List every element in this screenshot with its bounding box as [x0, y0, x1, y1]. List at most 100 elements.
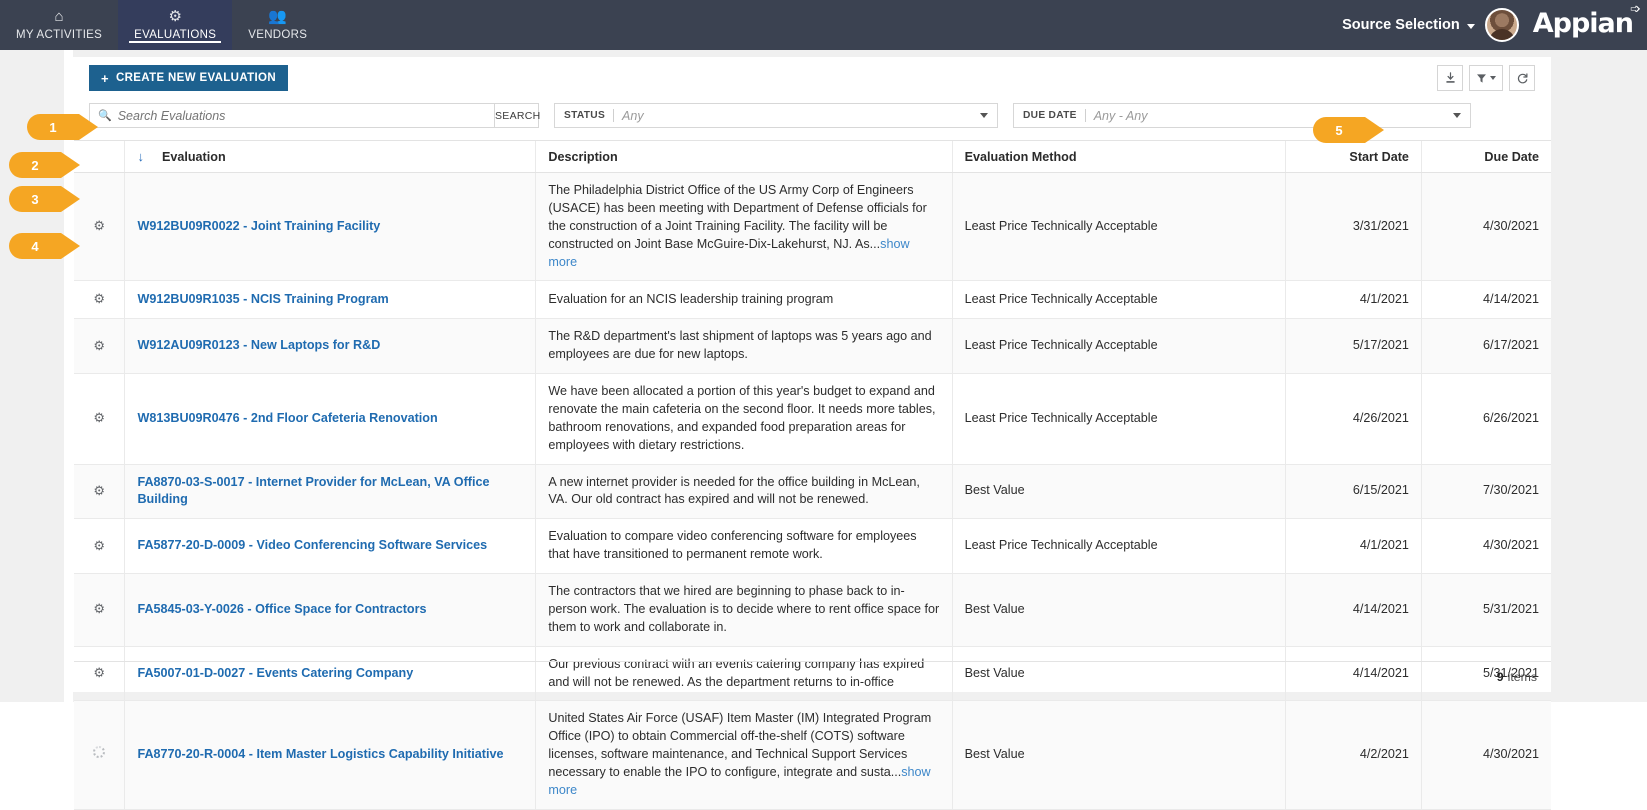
due-date-filter-dropdown[interactable]: DUE DATE Any - Any — [1013, 103, 1471, 128]
gear-icon[interactable]: ⚙ — [92, 290, 106, 308]
source-selection-label: Source Selection — [1342, 17, 1460, 33]
row-actions-cell — [74, 700, 125, 810]
table-row[interactable]: ⚙ W813BU09R0476 - 2nd Floor Cafeteria Ren… — [74, 373, 1551, 465]
column-header-evaluation[interactable]: ↓ Evaluation — [124, 140, 536, 173]
description-text: The Philadelphia District Office of the … — [548, 183, 927, 251]
create-new-evaluation-button[interactable]: + CREATE NEW EVALUATION — [89, 65, 288, 91]
nav-tab-vendors[interactable]: 👥 VENDORS — [232, 0, 323, 50]
start-date-cell: 4/14/2021 — [1285, 573, 1422, 647]
top-navigation-bar: ⌂ MY ACTIVITIES ⚙ EVALUATIONS 👥 VENDORS … — [0, 0, 1647, 50]
start-date-cell: 5/17/2021 — [1285, 318, 1422, 374]
table-row[interactable]: ⚙ FA5845-03-Y-0026 - Office Space for Con… — [74, 573, 1551, 647]
evaluation-name-cell: FA5877-20-D-0009 - Video Conferencing So… — [124, 518, 536, 574]
search-box[interactable]: 🔍 — [89, 103, 495, 128]
mouse-cursor-icon: ➩ — [1630, 1, 1641, 16]
evaluation-name-cell: W912BU09R1035 - NCIS Training Program — [124, 280, 536, 320]
due-date-cell: 4/14/2021 — [1420, 280, 1551, 320]
column-header-evaluation-method[interactable]: Evaluation Method — [951, 140, 1286, 173]
evaluation-link[interactable]: FA5845-03-Y-0026 - Office Space for Cont… — [137, 602, 426, 616]
evaluation-link[interactable]: FA8870-03-S-0017 - Internet Provider for… — [137, 475, 489, 507]
evaluation-name-cell: FA5845-03-Y-0026 - Office Space for Cont… — [124, 573, 536, 647]
nav-tab-my-activities[interactable]: ⌂ MY ACTIVITIES — [0, 0, 118, 50]
column-header-start-date[interactable]: Start Date — [1285, 140, 1422, 173]
avatar[interactable] — [1484, 8, 1519, 42]
description-cell: The R&D department's last shipment of la… — [535, 318, 953, 374]
evaluation-link[interactable]: FA8770-20-R-0004 - Item Master Logistics… — [137, 747, 503, 761]
description-cell: The Philadelphia District Office of the … — [535, 172, 953, 282]
evaluation-link[interactable]: FA5877-20-D-0009 - Video Conferencing So… — [137, 538, 487, 552]
table-footer: 9 items — [74, 661, 1551, 691]
search-input[interactable] — [117, 108, 486, 123]
source-selection-menu[interactable]: Source Selection — [1342, 17, 1475, 33]
gear-icon[interactable]: ⚙ — [92, 537, 106, 555]
start-date-cell: 4/1/2021 — [1285, 518, 1422, 574]
description-text: The R&D department's last shipment of la… — [548, 329, 932, 362]
start-date-cell: 6/15/2021 — [1285, 464, 1422, 520]
table-header: ↓ Evaluation Description Evaluation Meth… — [74, 140, 1551, 173]
description-cell: United States Air Force (USAF) Item Mast… — [535, 700, 953, 810]
loading-spinner-icon — [93, 746, 106, 759]
gear-icon[interactable]: ⚙ — [92, 217, 106, 235]
divider — [1084, 109, 1086, 122]
sort-descending-icon[interactable]: ↓ — [137, 149, 144, 164]
due-date-cell: 6/26/2021 — [1420, 373, 1551, 465]
description-text: The contractors that we hired are beginn… — [548, 584, 940, 634]
row-actions-cell: ⚙ — [74, 518, 125, 574]
appian-logo: Appian — [1532, 7, 1634, 39]
callout-1: 1 — [27, 114, 98, 140]
column-header-due-date[interactable]: Due Date — [1420, 140, 1551, 173]
nav-tab-my-activities-label: MY ACTIVITIES — [16, 29, 103, 41]
evaluation-link[interactable]: W912AU09R0123 - New Laptops for R&D — [137, 338, 380, 352]
evaluation-method-cell: Best Value — [951, 573, 1286, 647]
table-row[interactable]: ⚙ W912BU09R1035 - NCIS Training Program Ev… — [74, 280, 1551, 320]
gear-icon[interactable]: ⚙ — [92, 482, 106, 500]
column-header-evaluation-label: Evaluation — [161, 149, 226, 164]
home-icon: ⌂ — [54, 8, 64, 25]
filter-icon[interactable] — [1469, 65, 1503, 91]
table-row[interactable]: ⚙ W912AU09R0123 - New Laptops for R&D The … — [74, 318, 1551, 374]
start-date-cell: 3/31/2021 — [1285, 172, 1422, 282]
nav-tab-evaluations[interactable]: ⚙ EVALUATIONS — [118, 0, 233, 50]
status-filter-dropdown[interactable]: STATUS Any — [554, 103, 998, 128]
plus-icon: + — [101, 70, 109, 86]
callout-5: 5 — [1313, 117, 1384, 143]
column-header-actions — [74, 140, 125, 173]
description-text: We have been allocated a portion of this… — [548, 384, 936, 452]
refresh-icon[interactable] — [1509, 65, 1535, 91]
description-cell: The contractors that we hired are beginn… — [535, 573, 953, 647]
due-date-filter-value: Any - Any — [1093, 108, 1148, 123]
evaluation-link[interactable]: W813BU09R0476 - 2nd Floor Cafeteria Reno… — [137, 411, 437, 425]
callout-3: 3 — [9, 186, 80, 212]
table-row[interactable]: ⚙ FA8870-03-S-0017 - Internet Provider fo… — [74, 464, 1551, 520]
chevron-down-icon — [1466, 23, 1475, 29]
nav-tab-list: ⌂ MY ACTIVITIES ⚙ EVALUATIONS 👥 VENDORS — [0, 0, 323, 50]
evaluation-name-cell: FA8770-20-R-0004 - Item Master Logistics… — [124, 700, 536, 810]
nav-tab-evaluations-label: EVALUATIONS — [134, 29, 217, 41]
search-icon: 🔍 — [98, 110, 112, 122]
evaluation-method-cell: Least Price Technically Acceptable — [951, 172, 1286, 282]
description-cell: We have been allocated a portion of this… — [535, 373, 953, 465]
table-row[interactable]: FA8770-20-R-0004 - Item Master Logistics… — [74, 700, 1551, 810]
table-row[interactable]: ⚙ W912BU09R0022 - Joint Training Facility… — [74, 172, 1551, 282]
row-actions-cell: ⚙ — [74, 573, 125, 647]
table-row[interactable]: ⚙ FA5877-20-D-0009 - Video Conferencing S… — [74, 518, 1551, 574]
download-icon[interactable] — [1437, 65, 1463, 91]
page-body: + CREATE NEW EVALUATION 🔍 Search Evaluat… — [0, 50, 1647, 810]
gear-icon[interactable]: ⚙ — [92, 600, 106, 618]
row-actions-cell: ⚙ — [74, 172, 125, 282]
evaluation-name-cell: FA8870-03-S-0017 - Internet Provider for… — [124, 464, 536, 520]
description-text: Evaluation for an NCIS leadership traini… — [548, 291, 834, 306]
column-header-description[interactable]: Description — [535, 140, 953, 173]
evaluation-name-cell: W813BU09R0476 - 2nd Floor Cafeteria Reno… — [124, 373, 536, 465]
evaluation-link[interactable]: W912BU09R1035 - NCIS Training Program — [137, 292, 388, 306]
evaluation-method-cell: Least Price Technically Acceptable — [951, 280, 1286, 320]
gear-icon[interactable]: ⚙ — [92, 337, 106, 355]
row-actions-cell: ⚙ — [74, 464, 125, 520]
gear-icon[interactable]: ⚙ — [92, 409, 106, 427]
search-button[interactable]: SEARCH — [495, 103, 540, 128]
due-date-cell: 4/30/2021 — [1420, 518, 1551, 574]
people-icon: 👥 — [268, 8, 288, 25]
evaluation-link[interactable]: W912BU09R0022 - Joint Training Facility — [137, 219, 380, 233]
description-text: United States Air Force (USAF) Item Mast… — [548, 711, 932, 779]
evaluation-method-cell: Least Price Technically Acceptable — [951, 373, 1286, 465]
